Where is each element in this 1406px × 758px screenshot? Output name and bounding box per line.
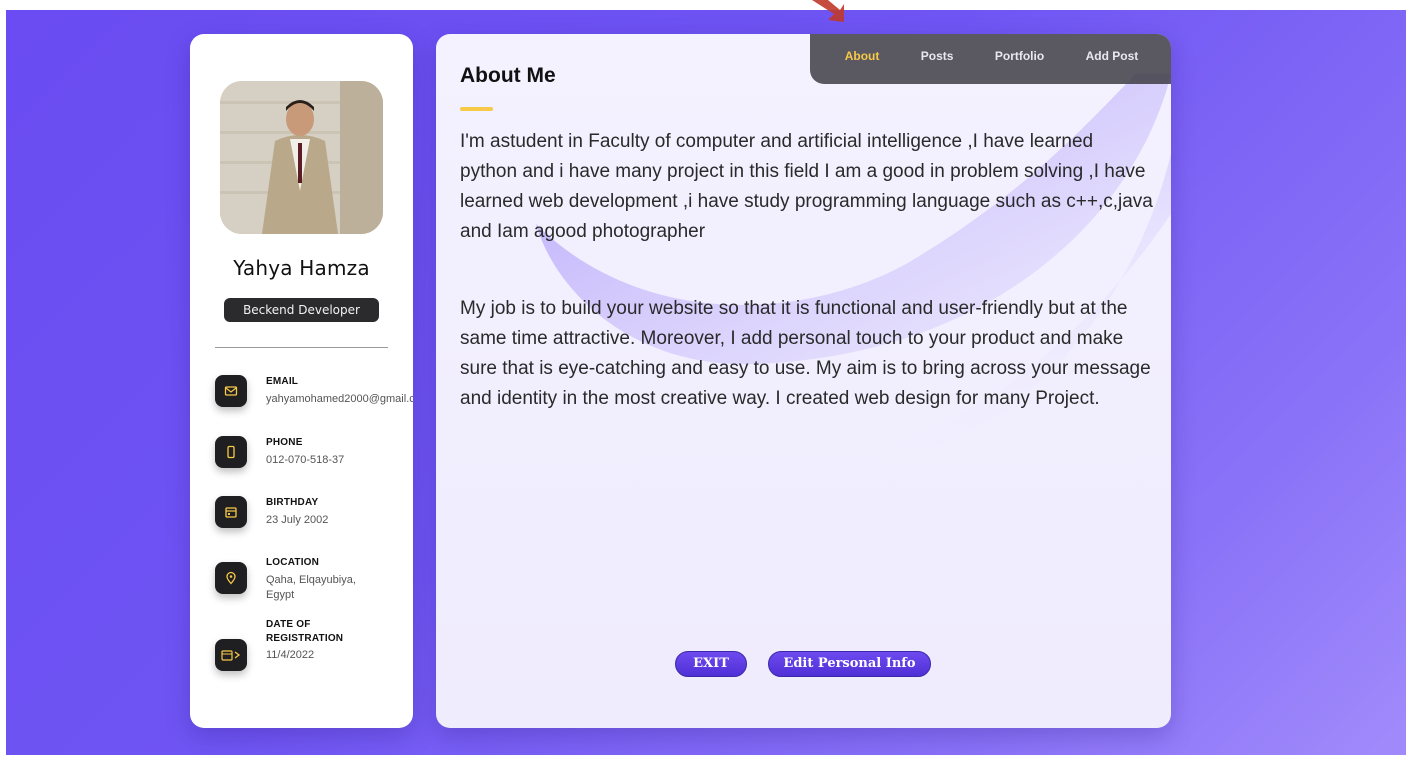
registration-label-line1: DATE OF (266, 619, 311, 630)
email-value[interactable]: yahyamohamed2000@gmail.com (266, 392, 413, 407)
phone-label: PHONE (266, 437, 303, 448)
calendar-arrow-icon (215, 639, 247, 671)
top-navbar: About Posts Portfolio Add Post (810, 34, 1171, 84)
role-badge: Beckend Developer (224, 298, 379, 322)
location-label: LOCATION (266, 557, 320, 568)
registration-value: 11/4/2022 (266, 649, 315, 661)
about-paragraph-1: I'm astudent in Faculty of computer and … (460, 131, 1153, 242)
location-pin-icon (215, 562, 247, 594)
email-label: EMAIL (266, 376, 299, 387)
nav-portfolio[interactable]: Portfolio (995, 49, 1044, 63)
about-paragraph-2: My job is to build your website so that … (460, 298, 1151, 409)
divider (215, 347, 388, 348)
about-panel: About Me I'm astudent in Faculty of comp… (436, 34, 1171, 728)
nav-add-post[interactable]: Add Post (1086, 49, 1139, 63)
nav-about[interactable]: About (845, 49, 880, 63)
calendar-icon (215, 496, 247, 528)
birthday-value: 23 July 2002 (266, 514, 329, 526)
birthday-label: BIRTHDAY (266, 497, 319, 508)
phone-icon (215, 436, 247, 468)
about-title: About Me (460, 64, 556, 87)
edit-personal-info-button[interactable]: Edit Personal Info (768, 651, 931, 677)
profile-sidebar: Yahya Hamza Beckend Developer EMAIL yahy… (190, 34, 413, 728)
location-value-line2: Egypt (266, 589, 295, 601)
envelope-icon (215, 375, 247, 407)
nav-posts[interactable]: Posts (921, 49, 954, 63)
profile-name: Yahya Hamza (233, 256, 370, 280)
location-value-line1: Qaha, Elqayubiya, (266, 574, 356, 586)
exit-button[interactable]: EXIT (675, 651, 747, 677)
avatar (220, 81, 383, 234)
phone-value[interactable]: 012-070-518-37 (266, 453, 344, 468)
title-accent-bar (460, 107, 493, 111)
pointer-arrow-icon (812, 0, 844, 22)
registration-label-line2: REGISTRATION (266, 633, 344, 644)
